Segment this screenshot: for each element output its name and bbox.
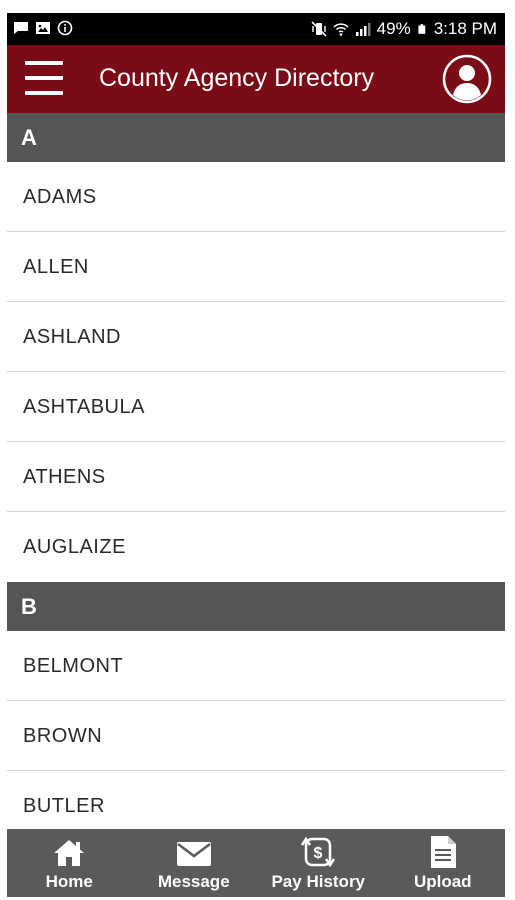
list-item[interactable]: ADAMS <box>7 162 505 232</box>
nav-home-label: Home <box>45 872 93 891</box>
info-circle-icon <box>57 20 73 36</box>
battery-percent: 49% <box>376 19 411 38</box>
nav-upload-label: Upload <box>413 872 472 891</box>
county-list: A ADAMS ALLEN ASHLAND ASHTABULA ATHENS A… <box>7 113 505 841</box>
section-header-b: B <box>7 582 505 631</box>
list-item[interactable]: BROWN <box>7 701 505 771</box>
wifi-icon <box>333 23 349 36</box>
image-icon <box>36 22 50 34</box>
section-header-a: A <box>7 113 505 162</box>
svg-text:$: $ <box>314 845 323 862</box>
clock: 3:18 PM <box>433 19 497 38</box>
list-item[interactable]: BELMONT <box>7 631 505 701</box>
list-item[interactable]: ASHTABULA <box>7 372 505 442</box>
nav-message-label: Message <box>157 872 230 891</box>
envelope-icon <box>176 842 211 866</box>
user-avatar-icon[interactable] <box>442 54 492 104</box>
status-left-icons <box>13 20 73 36</box>
battery-icon <box>418 24 425 34</box>
page-title: County Agency Directory <box>99 64 375 92</box>
hamburger-menu-icon[interactable] <box>23 61 65 97</box>
list-item[interactable]: ATHENS <box>7 442 505 512</box>
pay-history-icon: $ <box>301 836 336 868</box>
status-right: 49% 3:18 PM <box>311 19 497 39</box>
signal-icon <box>355 23 371 36</box>
vibrate-icon <box>311 21 327 37</box>
document-icon <box>430 836 456 868</box>
app-bar: County Agency Directory <box>7 45 505 113</box>
status-bar: 49% 3:18 PM <box>7 13 505 45</box>
list-item[interactable]: ASHLAND <box>7 302 505 372</box>
nav-message[interactable]: Message <box>132 829 257 897</box>
bottom-nav: Home Message $ Pay History Upload <box>7 829 505 897</box>
nav-home[interactable]: Home <box>7 829 132 897</box>
chat-icon <box>14 22 28 34</box>
nav-upload[interactable]: Upload <box>381 829 506 897</box>
list-item[interactable]: ALLEN <box>7 232 505 302</box>
home-icon <box>54 840 85 866</box>
phone-screen: 49% 3:18 PM County Agency Directory A AD… <box>7 13 505 897</box>
list-item[interactable]: AUGLAIZE <box>7 512 505 582</box>
nav-pay-history-label: Pay History <box>271 872 366 891</box>
nav-pay-history[interactable]: $ Pay History <box>256 829 381 897</box>
